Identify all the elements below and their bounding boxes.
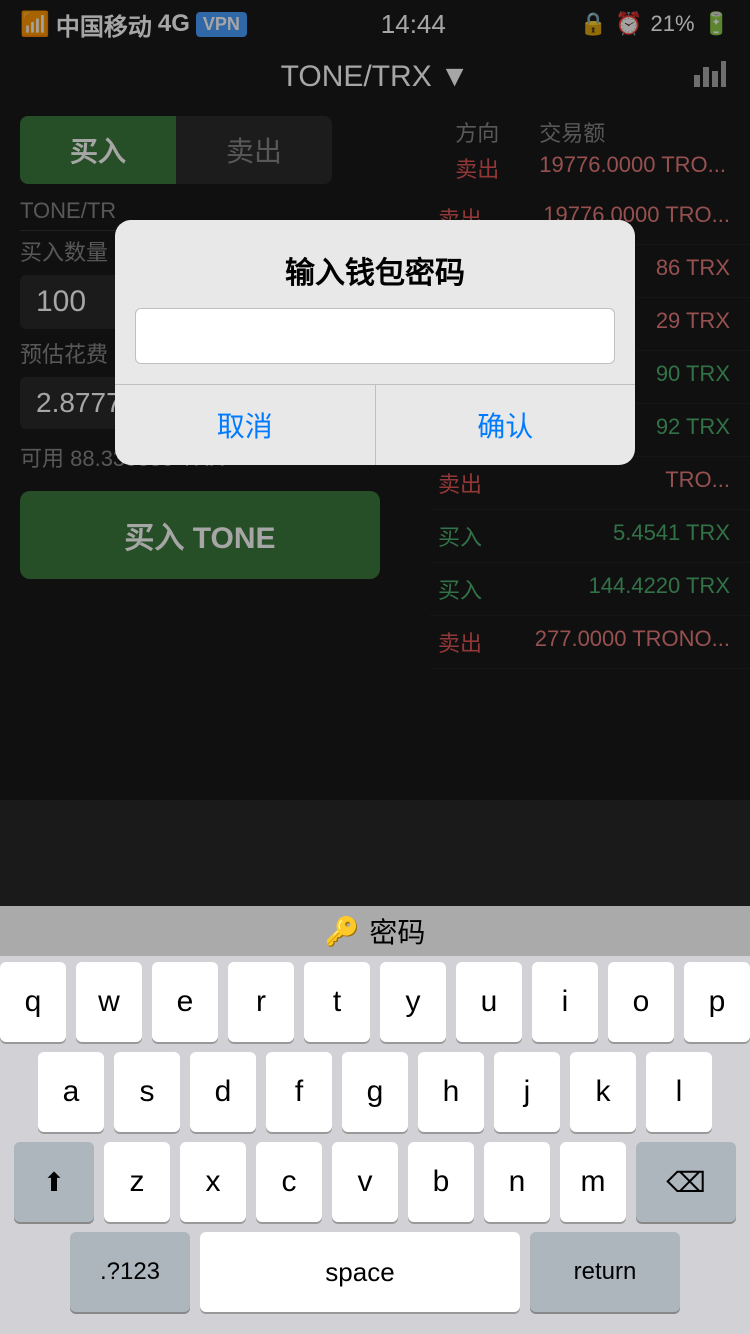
key-d[interactable]: d — [190, 1052, 256, 1132]
dialog-input-wrap[interactable] — [135, 308, 615, 364]
return-key[interactable]: return — [530, 1232, 680, 1312]
key-m[interactable]: m — [560, 1142, 626, 1222]
dialog-overlay: 输入钱包密码 取消 确认 — [0, 0, 750, 800]
key-a[interactable]: a — [38, 1052, 104, 1132]
key-e[interactable]: e — [152, 962, 218, 1042]
key-icon: 🔑 — [325, 915, 360, 948]
key-y[interactable]: y — [380, 962, 446, 1042]
key-h[interactable]: h — [418, 1052, 484, 1132]
key-c[interactable]: c — [256, 1142, 322, 1222]
key-f[interactable]: f — [266, 1052, 332, 1132]
backspace-key[interactable]: ⌫ — [636, 1142, 736, 1222]
key-i[interactable]: i — [532, 962, 598, 1042]
key-n[interactable]: n — [484, 1142, 550, 1222]
key-j[interactable]: j — [494, 1052, 560, 1132]
keyboard: 🔑 密码 q w e r t y u i o p a s d f g h j k… — [0, 906, 750, 1334]
key-l[interactable]: l — [646, 1052, 712, 1132]
key-s[interactable]: s — [114, 1052, 180, 1132]
key-t[interactable]: t — [304, 962, 370, 1042]
key-x[interactable]: x — [180, 1142, 246, 1222]
key-g[interactable]: g — [342, 1052, 408, 1132]
dialog-title: 输入钱包密码 — [115, 220, 635, 308]
key-r[interactable]: r — [228, 962, 294, 1042]
password-input[interactable] — [152, 321, 598, 349]
key-p[interactable]: p — [684, 962, 750, 1042]
shift-key[interactable]: ⬆ — [14, 1142, 94, 1222]
keyboard-row-4: .?123 space return — [0, 1232, 750, 1324]
num-key[interactable]: .?123 — [70, 1232, 190, 1312]
keyboard-row-3: ⬆ z x c v b n m ⌫ — [0, 1142, 750, 1222]
key-u[interactable]: u — [456, 962, 522, 1042]
dialog-buttons: 取消 确认 — [115, 384, 635, 465]
password-dialog: 输入钱包密码 取消 确认 — [115, 220, 635, 465]
space-key[interactable]: space — [200, 1232, 520, 1312]
keyboard-row-1: q w e r t y u i o p — [0, 962, 750, 1042]
dialog-cancel-button[interactable]: 取消 — [115, 385, 376, 465]
key-b[interactable]: b — [408, 1142, 474, 1222]
key-k[interactable]: k — [570, 1052, 636, 1132]
key-w[interactable]: w — [76, 962, 142, 1042]
key-o[interactable]: o — [608, 962, 674, 1042]
keyboard-toolbar-label: 密码 — [369, 911, 425, 951]
dialog-confirm-button[interactable]: 确认 — [376, 385, 636, 465]
key-q[interactable]: q — [0, 962, 66, 1042]
keyboard-row-2: a s d f g h j k l — [0, 1052, 750, 1132]
key-z[interactable]: z — [104, 1142, 170, 1222]
keyboard-toolbar: 🔑 密码 — [0, 906, 750, 956]
key-v[interactable]: v — [332, 1142, 398, 1222]
